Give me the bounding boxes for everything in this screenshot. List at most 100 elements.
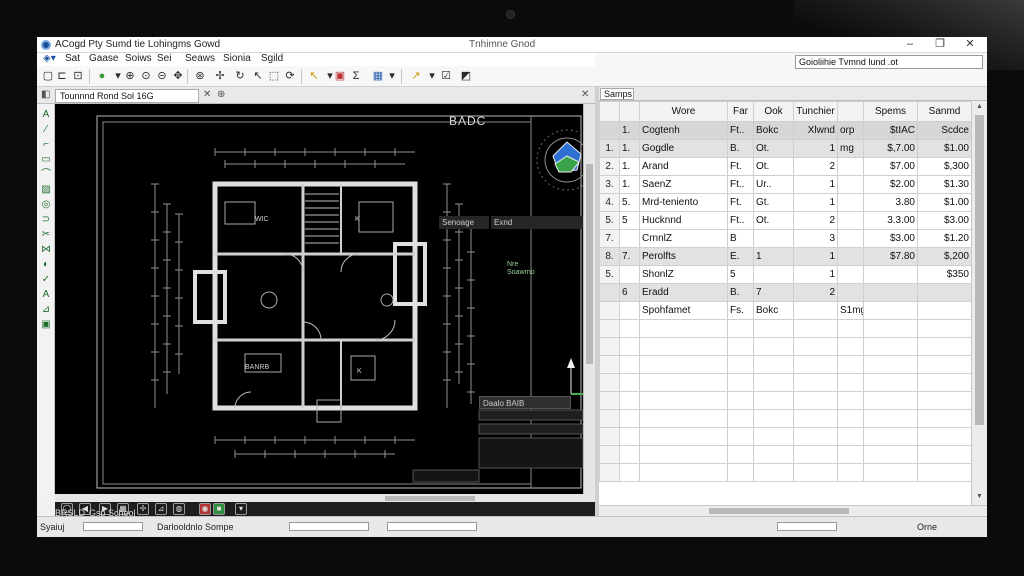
empty-cell[interactable]	[837, 373, 864, 392]
cad-scroll-thumb[interactable]	[586, 164, 593, 364]
context-menu-item-0[interactable]: Senoage	[439, 216, 489, 229]
empty-cell[interactable]	[753, 373, 794, 392]
empty-row[interactable]	[599, 355, 971, 374]
table-cell[interactable]	[793, 301, 838, 320]
close-button[interactable]: ✕	[955, 37, 985, 53]
table-cell[interactable]: 5.	[619, 193, 640, 212]
column-header[interactable]: Far	[727, 101, 754, 122]
empty-cell[interactable]	[599, 427, 620, 446]
table-cell[interactable]	[837, 247, 864, 266]
column-header[interactable]: Wore	[639, 101, 728, 122]
empty-cell[interactable]	[793, 391, 838, 410]
empty-cell[interactable]	[727, 409, 754, 428]
coordinate-field[interactable]	[289, 522, 369, 531]
panel-close-icon[interactable]: ✕	[581, 89, 589, 100]
spreadsheet-grid[interactable]: Wore Far Ook Tunchier Spems Sanmd 1. Cogtenh Ft.…	[599, 101, 971, 505]
menu-item-3[interactable]: Sei	[157, 53, 171, 64]
table-cell[interactable]	[619, 301, 640, 320]
empty-row[interactable]	[599, 409, 971, 428]
empty-cell[interactable]	[639, 355, 728, 374]
table-cell[interactable]	[837, 283, 864, 302]
table-cell[interactable]: 1	[793, 139, 838, 158]
table-cell[interactable]	[619, 229, 640, 248]
empty-cell[interactable]	[917, 337, 971, 356]
table-cell[interactable]: Gt.	[753, 193, 794, 212]
table-cell[interactable]: $2.00	[863, 175, 918, 194]
dropdown-icon[interactable]: ▾	[385, 69, 399, 83]
empty-cell[interactable]	[727, 445, 754, 464]
empty-cell[interactable]	[599, 337, 620, 356]
mirror-tool-icon[interactable]: ⋈	[39, 243, 53, 256]
cell-reference-field[interactable]: Goioliihie Tvmnd lund .ot	[795, 55, 983, 69]
table-cell[interactable]: B	[727, 229, 754, 248]
empty-cell[interactable]	[793, 319, 838, 338]
table-cell[interactable]: 1.	[619, 175, 640, 194]
table-cell[interactable]: B.	[727, 139, 754, 158]
ortho-icon[interactable]: ⊿	[155, 503, 167, 515]
sheet-vertical-scrollbar[interactable]: ▲ ▼	[971, 101, 987, 505]
table-cell[interactable]	[753, 229, 794, 248]
table-cell[interactable]: $tIAC	[863, 121, 918, 140]
row-number[interactable]: 4.	[599, 193, 620, 212]
scale-field[interactable]	[387, 522, 477, 531]
rectangle-tool-icon[interactable]: ▭	[39, 153, 53, 166]
menu-item-0[interactable]: Sat	[65, 53, 80, 64]
table-cell[interactable]: 1	[793, 193, 838, 212]
sum-icon[interactable]: Σ	[349, 69, 363, 83]
empty-cell[interactable]	[619, 337, 640, 356]
scroll-up-icon[interactable]: ▲	[976, 103, 983, 110]
table-row[interactable]: 8. 7. Perolfts E. 1 1 $7.80 $,200	[599, 247, 971, 266]
table-cell[interactable]: 2	[793, 211, 838, 230]
empty-cell[interactable]	[639, 427, 728, 446]
table-cell[interactable]: Bokc	[753, 301, 794, 320]
pointer-icon[interactable]: ↖	[307, 69, 321, 83]
table-row[interactable]: 7. CrnnlZ B 3 $3.00 $1.20	[599, 229, 971, 248]
table-cell[interactable]	[837, 211, 864, 230]
context-menu-item-1[interactable]: Exnd	[491, 216, 583, 229]
empty-cell[interactable]	[639, 373, 728, 392]
table-cell[interactable]: $1.30	[917, 175, 971, 194]
table-cell[interactable]: $,300	[917, 157, 971, 176]
dropdown-icon[interactable]: ▾	[425, 69, 439, 83]
table-cell[interactable]: 7.	[619, 247, 640, 266]
table-cell[interactable]: Fs.	[727, 301, 754, 320]
window-select-icon[interactable]: ⬚	[267, 69, 281, 83]
zoom-out-icon[interactable]: ⊝	[155, 69, 169, 83]
empty-cell[interactable]	[917, 463, 971, 482]
table-cell[interactable]: 1.	[619, 139, 640, 158]
menu-item-2[interactable]: Soiws	[125, 53, 152, 64]
empty-cell[interactable]	[863, 409, 918, 428]
table-cell[interactable]: Cogtenh	[639, 121, 728, 140]
empty-cell[interactable]	[793, 445, 838, 464]
cad-document-tab[interactable]: Tounnnd Rond Sol 16G	[55, 89, 199, 103]
row-number[interactable]	[599, 121, 620, 140]
table-cell[interactable]: Mrd-teniento	[639, 193, 728, 212]
select-icon[interactable]: ↖	[251, 69, 265, 83]
table-cell[interactable]: S1mg	[837, 301, 864, 320]
table-cell[interactable]: Ft..	[727, 211, 754, 230]
table-cell[interactable]: Eradd	[639, 283, 728, 302]
export-icon[interactable]: ◩	[459, 69, 473, 83]
table-cell[interactable]: $1.20	[917, 229, 971, 248]
empty-cell[interactable]	[753, 445, 794, 464]
table-row[interactable]: 2. 1. Arand Ft. Ot. 2 $7.00 $,300	[599, 157, 971, 176]
empty-row[interactable]	[599, 445, 971, 464]
empty-cell[interactable]	[793, 409, 838, 428]
empty-cell[interactable]	[619, 391, 640, 410]
empty-cell[interactable]	[727, 319, 754, 338]
table-row[interactable]: 3. 1. SaenZ Ft.. Ur.. 1 $2.00 $1.30	[599, 175, 971, 194]
otrack-icon[interactable]: ■	[213, 503, 225, 515]
empty-cell[interactable]	[599, 445, 620, 464]
draw-icon[interactable]: ↗	[409, 69, 423, 83]
table-cell[interactable]: $7.80	[863, 247, 918, 266]
table-cell[interactable]: 2	[793, 283, 838, 302]
menu-item-4[interactable]: Seaws	[185, 53, 215, 64]
arc-tool-icon[interactable]: ⌒	[39, 168, 53, 181]
empty-row[interactable]	[599, 463, 971, 482]
table-cell[interactable]: Ft..	[727, 121, 754, 140]
properties-icon[interactable]: ▣	[333, 69, 347, 83]
sheet-tab[interactable]: Samps	[600, 88, 634, 100]
orbit-icon[interactable]: ⊛	[193, 69, 207, 83]
table-row[interactable]: 6 Eradd B. 7 2	[599, 283, 971, 302]
osnap-icon[interactable]: ◉	[199, 503, 211, 515]
